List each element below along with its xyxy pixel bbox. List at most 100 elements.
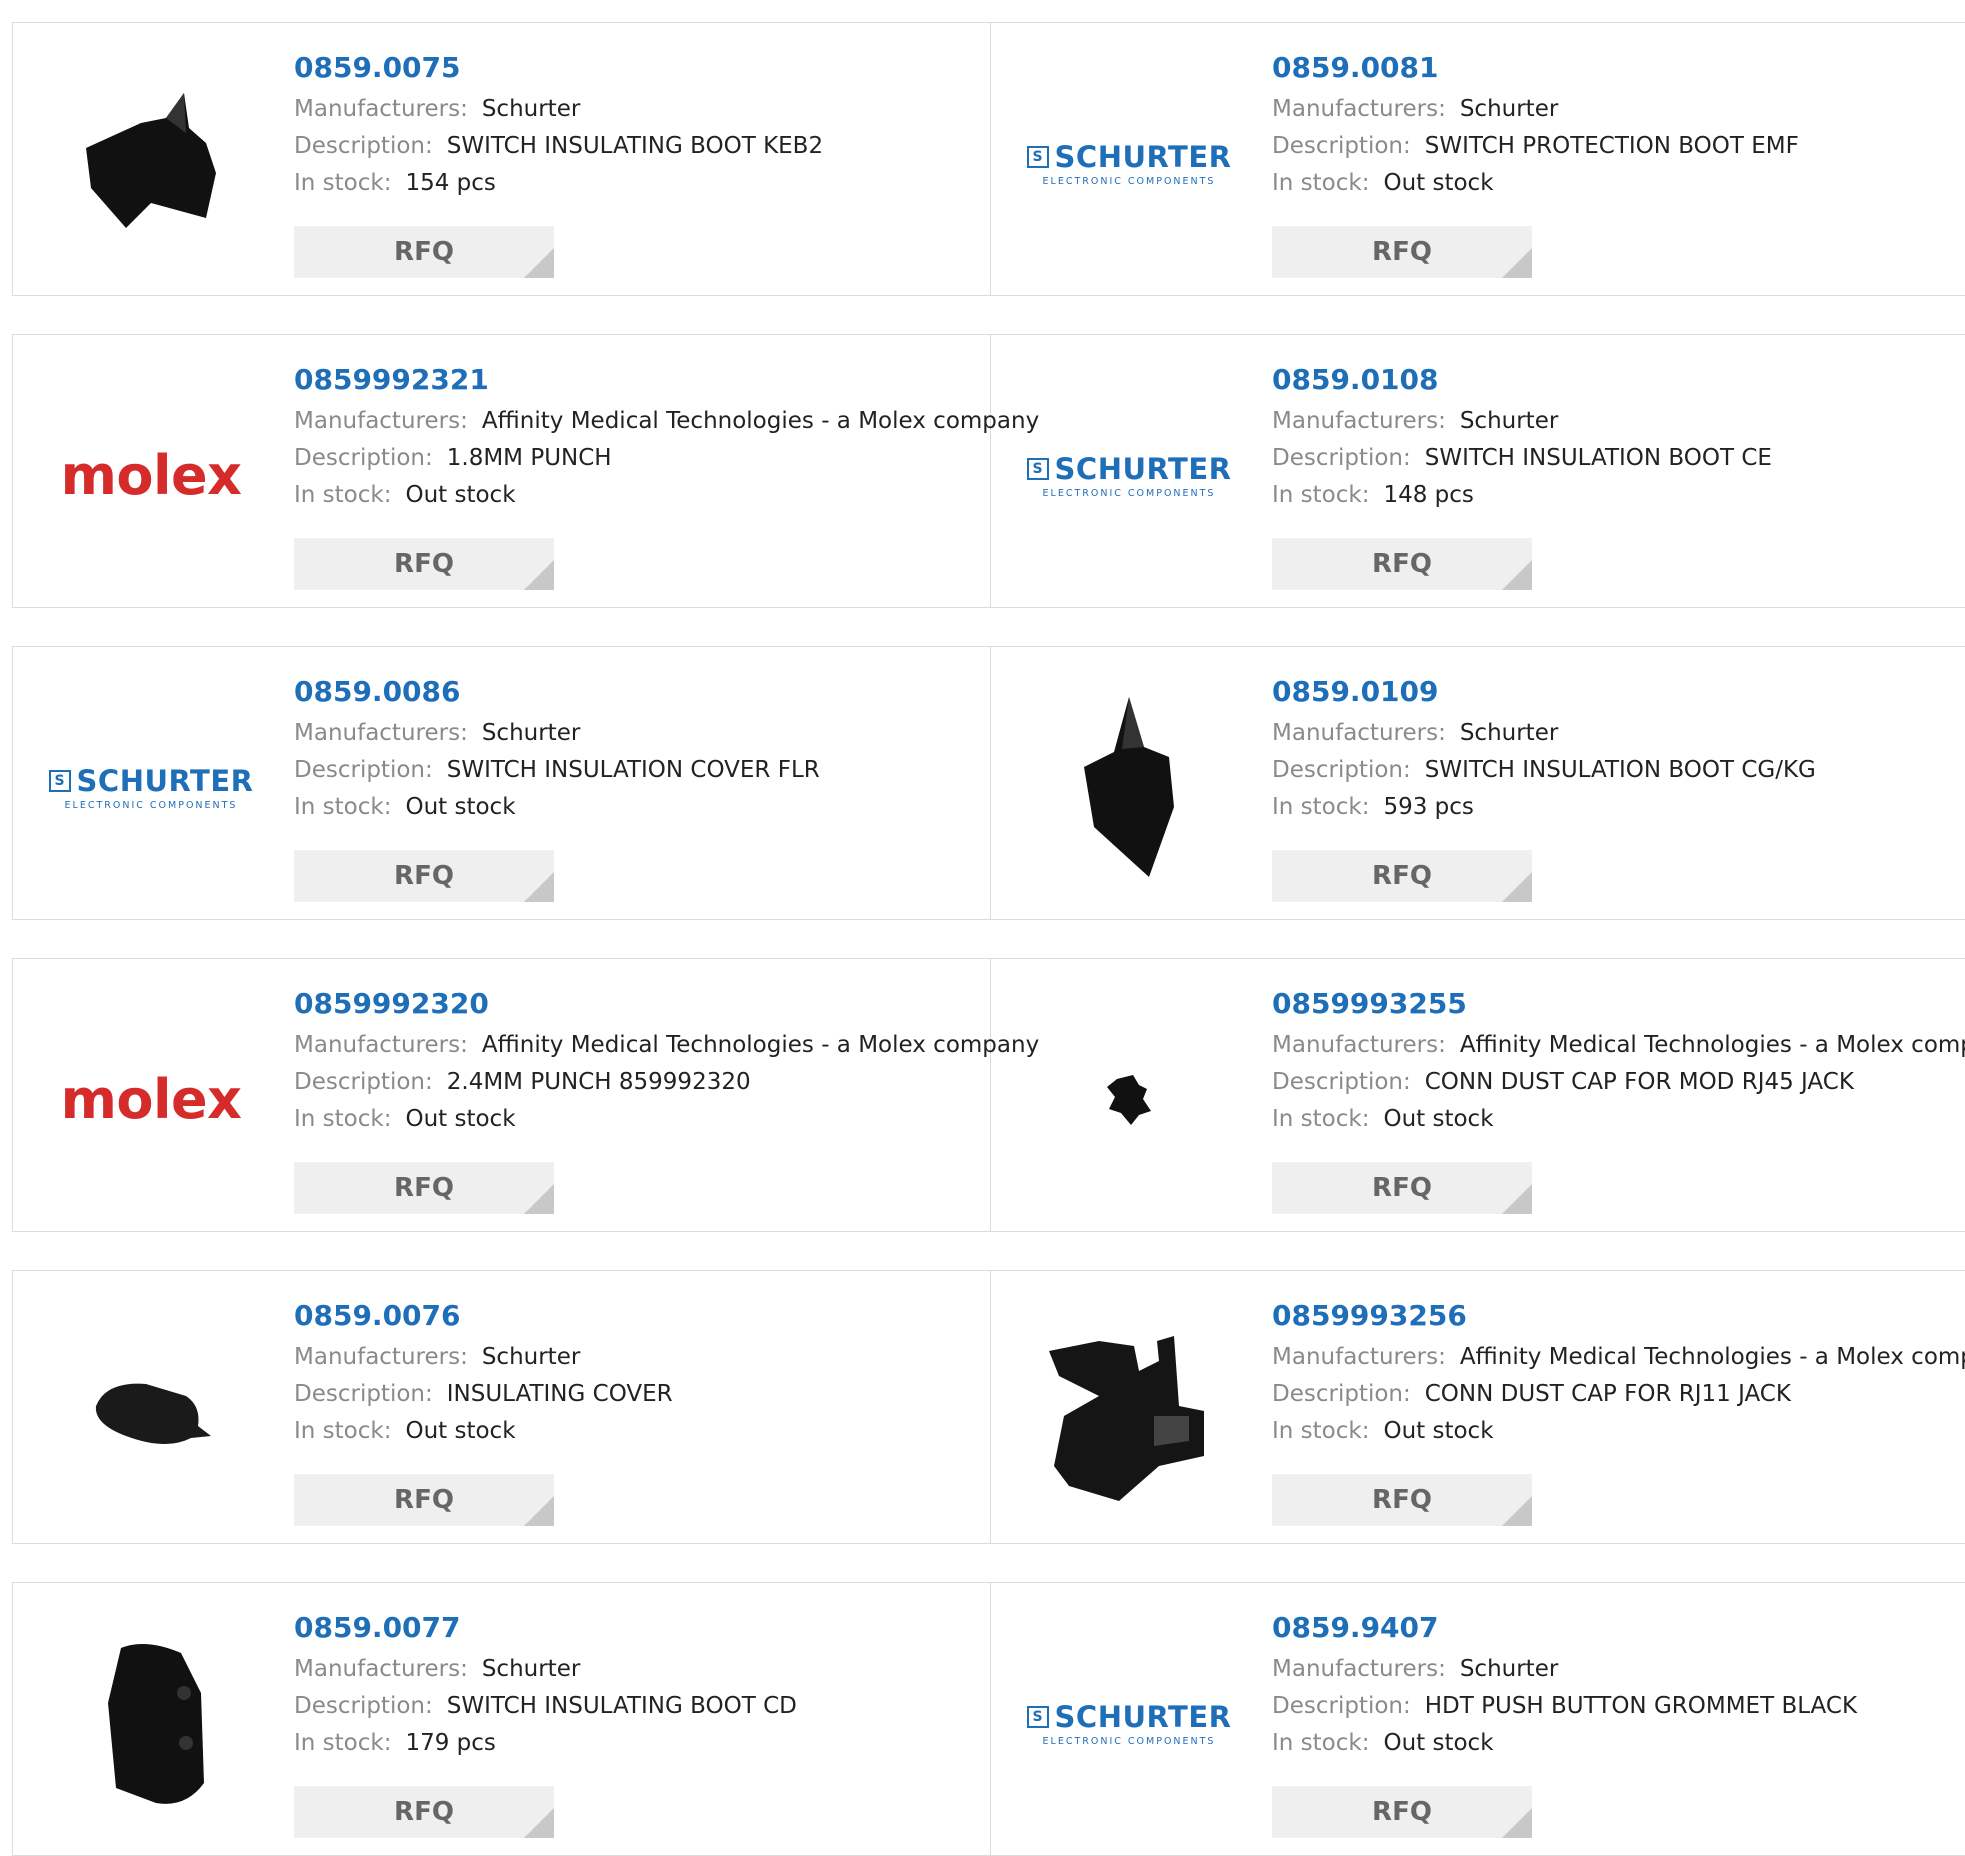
schurter-tagline: ELECTRONIC COMPONENTS <box>64 799 238 811</box>
corner-triangle-icon <box>524 1184 554 1214</box>
manufacturer-line: Manufacturers: Schurter <box>294 1651 990 1688</box>
rfq-button[interactable]: RFQ <box>294 226 554 278</box>
description-label: Description: <box>294 445 433 471</box>
product-card: S SCHURTER ELECTRONIC COMPONENTS 0859.0108 M… <box>991 335 1965 607</box>
manufacturer-value: Schurter <box>1459 1656 1559 1682</box>
corner-triangle-icon <box>524 560 554 590</box>
rfq-button[interactable]: RFQ <box>1272 1162 1532 1214</box>
description-label: Description: <box>294 1693 433 1719</box>
part-number-link[interactable]: 0859.9407 <box>1272 1611 1965 1645</box>
description-label: Description: <box>1272 445 1411 471</box>
product-image[interactable]: S SCHURTER ELECTRONIC COMPONENTS <box>1026 63 1231 263</box>
product-row: 0859.0075 Manufacturers: Schurter Descripti… <box>12 22 1965 296</box>
description-line: Description: SWITCH INSULATING BOOT CD <box>294 1688 990 1725</box>
product-info: 0859.0108 Manufacturers: Schurter Descripti… <box>1272 363 1965 514</box>
product-image[interactable]: S SCHURTER ELECTRONIC COMPONENTS <box>1026 375 1231 575</box>
rfq-button[interactable]: RFQ <box>294 850 554 902</box>
schurter-mark-icon: S <box>1026 1705 1049 1728</box>
corner-triangle-icon <box>1502 1808 1532 1838</box>
schurter-wordmark: SCHURTER <box>1054 1699 1232 1734</box>
manufacturer-line: Manufacturers: Affinity Medical Technolog… <box>1272 1027 1965 1064</box>
product-image[interactable]: S SCHURTER ELECTRONIC COMPONENTS <box>1026 1623 1232 1823</box>
description-value: SWITCH PROTECTION BOOT EMF <box>1424 133 1799 159</box>
part-number-link[interactable]: 0859.0109 <box>1272 675 1965 709</box>
schurter-tagline: ELECTRONIC COMPONENTS <box>1042 1735 1216 1747</box>
product-info: 0859992320 Manufacturers: Affinity Medical… <box>294 987 1039 1138</box>
stock-label: In stock: <box>294 1730 392 1756</box>
rfq-label: RFQ <box>394 549 454 579</box>
description-line: Description: INSULATING COVER <box>294 1376 990 1413</box>
rfq-button[interactable]: RFQ <box>1272 538 1532 590</box>
rfq-button[interactable]: RFQ <box>294 1162 554 1214</box>
stock-line: In stock: Out stock <box>294 1101 990 1138</box>
description-line: Description: SWITCH INSULATING BOOT KEB2 <box>294 128 990 165</box>
product-info: 0859993255 Manufacturers: Affinity Medical… <box>1272 987 1965 1138</box>
stock-label: In stock: <box>294 482 392 508</box>
schurter-mark-icon: S <box>48 769 71 792</box>
stock-line: In stock: Out stock <box>294 789 990 826</box>
product-image[interactable] <box>51 1623 251 1823</box>
description-line: Description: SWITCH INSULATION BOOT CE <box>1272 440 1965 477</box>
product-image[interactable]: molex <box>51 375 251 575</box>
rfq-button[interactable]: RFQ <box>1272 1474 1532 1526</box>
manufacturer-value: Affinity Medical Technologies - a Molex … <box>1459 1032 1965 1058</box>
rfq-button[interactable]: RFQ <box>294 1474 554 1526</box>
description-value: SWITCH INSULATION COVER FLR <box>446 757 820 783</box>
stock-value: Out stock <box>1383 1730 1494 1756</box>
description-value: HDT PUSH BUTTON GROMMET BLACK <box>1424 1693 1858 1719</box>
corner-triangle-icon <box>524 1496 554 1526</box>
description-label: Description: <box>1272 757 1411 783</box>
part-number-link[interactable]: 0859993256 <box>1272 1299 1965 1333</box>
part-number-link[interactable]: 0859992321 <box>294 363 990 397</box>
stock-label: In stock: <box>1272 170 1370 196</box>
manufacturer-label: Manufacturers: <box>1272 96 1446 122</box>
product-image[interactable] <box>51 63 251 263</box>
product-card: molex 0859992320 Manufacturers: Affinity Me… <box>13 959 1039 1231</box>
manufacturer-line: Manufacturers: Affinity Medical Technolog… <box>294 1027 1039 1064</box>
stock-label: In stock: <box>294 170 392 196</box>
stock-label: In stock: <box>1272 794 1370 820</box>
product-image[interactable]: molex <box>51 999 251 1199</box>
rfq-button[interactable]: RFQ <box>1272 850 1532 902</box>
part-number-link[interactable]: 0859.0108 <box>1272 363 1965 397</box>
stock-value: 179 pcs <box>405 1730 496 1756</box>
rfq-button[interactable]: RFQ <box>1272 226 1532 278</box>
product-info: 0859992321 Manufacturers: Affinity Medical… <box>294 363 1039 514</box>
rfq-label: RFQ <box>1372 861 1432 891</box>
description-line: Description: CONN DUST CAP FOR RJ11 JACK <box>1272 1376 1965 1413</box>
rfq-button[interactable]: RFQ <box>294 538 554 590</box>
manufacturer-label: Manufacturers: <box>1272 1656 1446 1682</box>
description-label: Description: <box>1272 133 1411 159</box>
product-info: 0859.0109 Manufacturers: Schurter Descripti… <box>1272 675 1965 826</box>
rfq-label: RFQ <box>1372 549 1432 579</box>
corner-triangle-icon <box>524 1808 554 1838</box>
part-number-link[interactable]: 0859.0077 <box>294 1611 990 1645</box>
product-image[interactable]: S SCHURTER ELECTRONIC COMPONENTS <box>48 687 253 887</box>
product-image[interactable] <box>1029 687 1229 887</box>
rfq-label: RFQ <box>394 1485 454 1515</box>
stock-label: In stock: <box>1272 1418 1370 1444</box>
product-info: 0859.0077 Manufacturers: Schurter Descripti… <box>294 1611 990 1762</box>
product-image[interactable] <box>1029 999 1229 1199</box>
manufacturer-line: Manufacturers: Schurter <box>294 91 990 128</box>
description-line: Description: SWITCH INSULATION COVER FLR <box>294 752 990 789</box>
product-card: 0859.0075 Manufacturers: Schurter Descripti… <box>13 23 990 295</box>
part-number-link[interactable]: 0859.0076 <box>294 1299 990 1333</box>
description-line: Description: 2.4MM PUNCH 859992320 <box>294 1064 990 1101</box>
manufacturer-value: Schurter <box>1459 408 1559 434</box>
product-image[interactable] <box>1029 1311 1229 1511</box>
part-number-link[interactable]: 0859.0075 <box>294 51 990 85</box>
stock-line: In stock: Out stock <box>1272 165 1965 202</box>
product-info: 0859993256 Manufacturers: Affinity Medical… <box>1272 1299 1965 1450</box>
rfq-button[interactable]: RFQ <box>294 1786 554 1838</box>
rfq-label: RFQ <box>394 1173 454 1203</box>
rfq-button[interactable]: RFQ <box>1272 1786 1532 1838</box>
part-number-link[interactable]: 0859993255 <box>1272 987 1965 1021</box>
part-number-link[interactable]: 0859.0081 <box>1272 51 1965 85</box>
part-number-link[interactable]: 0859.0086 <box>294 675 990 709</box>
part-number-link[interactable]: 0859992320 <box>294 987 990 1021</box>
stock-line: In stock: Out stock <box>1272 1725 1965 1762</box>
product-image[interactable] <box>51 1311 251 1511</box>
manufacturer-line: Manufacturers: Schurter <box>1272 715 1965 752</box>
corner-triangle-icon <box>524 872 554 902</box>
